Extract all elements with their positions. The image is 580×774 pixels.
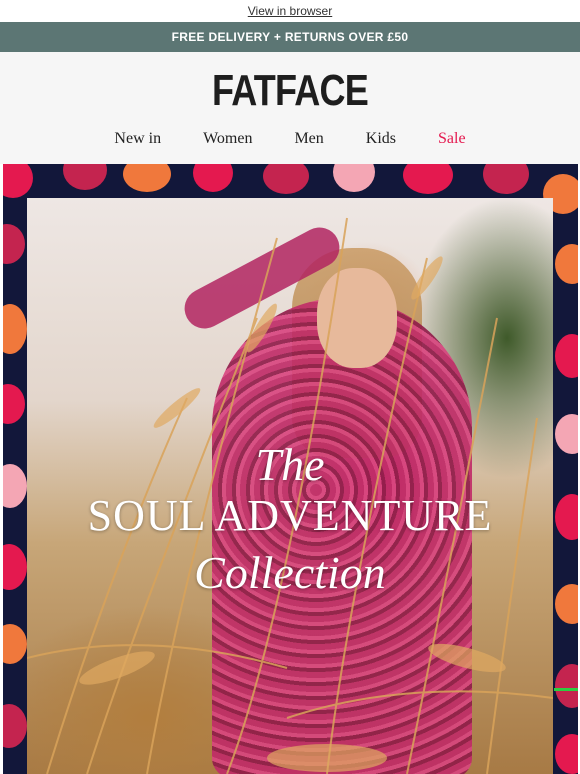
- flower-shape: [555, 734, 578, 774]
- nav-item-kids[interactable]: Kids: [366, 130, 396, 148]
- hero-photo: The SOUL ADVENTURE Collection: [27, 198, 553, 774]
- flower-shape: [555, 664, 578, 708]
- nav-item-sale[interactable]: Sale: [438, 130, 466, 148]
- promo-text: FREE DELIVERY + RETURNS OVER £50: [171, 30, 409, 44]
- flower-shape: [3, 464, 27, 508]
- view-in-browser-link[interactable]: View in browser: [248, 4, 332, 18]
- flower-shape: [3, 224, 25, 264]
- flower-shape: [555, 244, 578, 284]
- nav-item-women[interactable]: Women: [203, 130, 252, 148]
- flower-shape: [3, 544, 27, 590]
- promo-banner[interactable]: FREE DELIVERY + RETURNS OVER £50: [0, 22, 580, 52]
- flower-shape: [555, 584, 578, 624]
- nav-item-men[interactable]: Men: [294, 130, 323, 148]
- flower-shape: [555, 414, 578, 454]
- flower-shape: [3, 164, 33, 198]
- flower-shape: [483, 164, 529, 194]
- headline-collection: Collection: [194, 547, 386, 598]
- nav-item-new-in[interactable]: New in: [114, 130, 161, 148]
- flower-shape: [555, 334, 578, 378]
- flower-shape: [3, 304, 27, 354]
- hero-banner[interactable]: The SOUL ADVENTURE Collection: [3, 164, 578, 774]
- top-bar: View in browser: [0, 0, 580, 22]
- flower-shape: [403, 164, 453, 194]
- flower-shape: [193, 164, 233, 192]
- flower-shape: [263, 164, 309, 194]
- flower-shape: [3, 624, 27, 664]
- scroll-marker: [554, 688, 578, 691]
- flower-shape: [555, 494, 578, 540]
- flower-shape: [63, 164, 107, 190]
- flower-shape: [3, 384, 25, 424]
- header: FATFACE New in Women Men Kids Sale: [0, 52, 580, 164]
- headline-the: The: [255, 439, 325, 490]
- flower-shape: [3, 704, 27, 748]
- flower-shape: [123, 164, 171, 192]
- headline-title: SOUL ADVENTURE: [87, 491, 493, 540]
- main-nav: New in Women Men Kids Sale: [0, 130, 580, 148]
- flower-shape: [333, 164, 375, 192]
- brand-logo[interactable]: FATFACE: [52, 66, 528, 116]
